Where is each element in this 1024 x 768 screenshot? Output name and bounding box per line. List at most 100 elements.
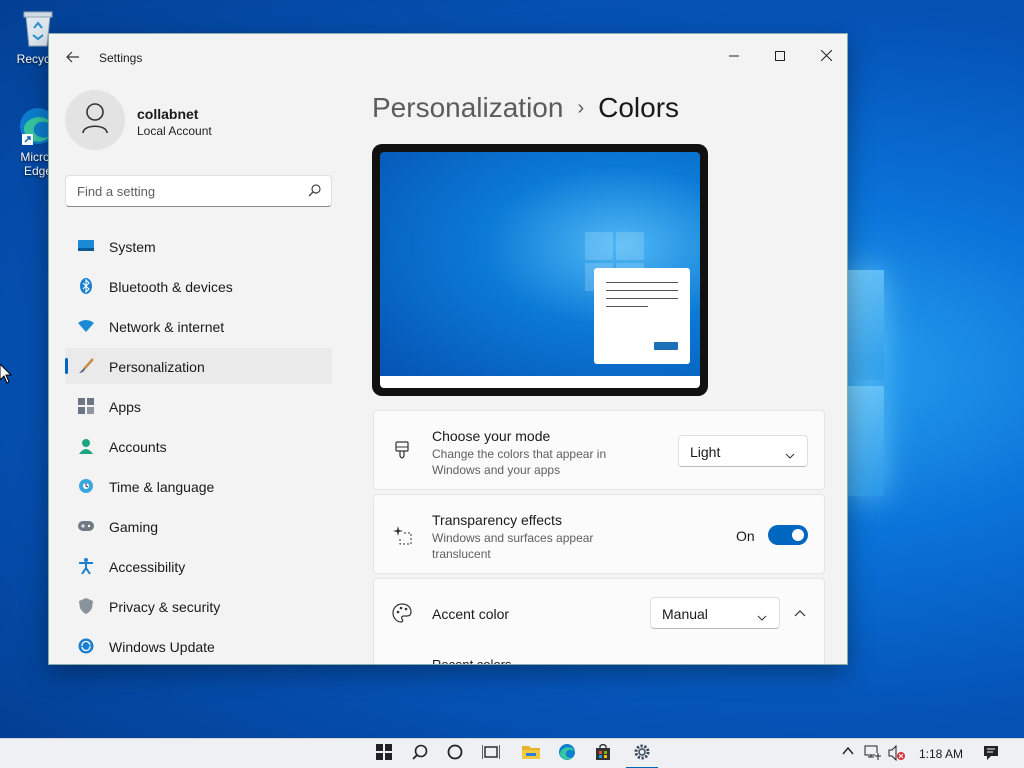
collapse-button[interactable] [788,601,812,625]
title-bar[interactable]: Settings [49,34,847,82]
sidebar-item-apps[interactable]: Apps [65,388,332,424]
transparency-toggle[interactable] [768,525,808,545]
transparency-icon [392,525,412,545]
sidebar-item-accounts[interactable]: Accounts [65,428,332,464]
globe-icon [77,477,95,495]
user-name: collabnet [137,106,199,122]
network-tray-button[interactable] [864,745,882,764]
sidebar-item-label: System [109,239,156,255]
taskbar-edge-button[interactable] [555,742,579,766]
user-profile[interactable]: collabnet Local Account [65,90,345,154]
accessibility-icon [77,557,95,575]
sidebar-item-label: Privacy & security [109,599,221,615]
setting-description: Change the colors that appear in Windows… [432,447,607,477]
minimize-button[interactable] [711,42,757,72]
recent-colors-label: Recent colors [432,657,512,665]
palette-icon [392,603,412,623]
store-icon [595,743,611,765]
sidebar-item-label: Accessibility [109,559,186,575]
sidebar-item-time-language[interactable]: Time & language [65,468,332,504]
show-hidden-icons-button[interactable] [842,745,854,759]
sidebar-item-label: Network & internet [109,319,225,335]
store-button[interactable] [591,742,615,766]
breadcrumb: Personalization › Colors [372,92,679,124]
apps-icon [77,397,95,415]
avatar [65,90,125,150]
notification-icon [983,746,999,764]
volume-tray-button[interactable] [888,744,906,764]
accent-color-setting-card: Accent color Manual Recent colors [373,578,825,665]
chevron-up-icon [794,604,806,622]
gamepad-icon [77,517,95,535]
setting-title: Transparency effects [432,512,562,528]
action-center-button[interactable] [983,745,999,764]
minimize-icon [729,48,739,66]
search-icon [412,744,428,765]
cortana-icon [447,744,463,765]
start-button[interactable] [372,742,396,766]
volume-muted-icon [888,744,906,764]
mode-setting-card: Choose your mode Change the colors that … [373,410,825,490]
chevron-down-icon [785,446,795,464]
task-view-icon [481,744,501,765]
sidebar-nav: System Bluetooth & devices Network & int… [65,228,332,664]
sidebar-item-windows-update[interactable]: Windows Update [65,628,332,664]
chevron-up-icon [842,745,854,759]
toggle-knob [792,529,804,541]
close-button[interactable] [803,42,847,72]
breadcrumb-separator: › [577,97,585,119]
dropdown-value: Manual [662,606,708,622]
edge-icon [558,743,576,766]
start-icon [376,743,392,765]
mouse-cursor-icon [0,363,13,389]
sidebar-item-bluetooth[interactable]: Bluetooth & devices [65,268,332,304]
sidebar-item-gaming[interactable]: Gaming [65,508,332,544]
sidebar-item-label: Bluetooth & devices [109,279,233,295]
settings-window: Settings collabnet Local Account Find a … [48,33,848,665]
wifi-icon [77,317,95,335]
sidebar-item-label: Personalization [109,359,205,375]
taskbar-search-button[interactable] [408,742,432,766]
sidebar-item-privacy[interactable]: Privacy & security [65,588,332,624]
theme-preview [372,144,708,396]
network-icon [864,745,882,764]
setting-description: Windows and surfaces appear translucent [432,531,594,561]
task-view-button[interactable] [479,742,503,766]
close-icon [820,48,832,66]
sidebar-item-label: Windows Update [109,639,215,655]
search-icon[interactable] [308,184,321,202]
search-input[interactable]: Find a setting [65,175,332,207]
account-type: Local Account [137,124,212,138]
breadcrumb-parent[interactable]: Personalization [372,92,563,123]
taskbar-settings-button[interactable] [626,742,658,768]
sidebar-item-label: Apps [109,399,141,415]
clock[interactable]: 1:18 AM [919,747,963,761]
sidebar-item-network[interactable]: Network & internet [65,308,332,344]
accounts-icon [77,437,95,455]
update-icon [77,637,95,655]
sidebar-item-personalization[interactable]: Personalization [65,348,332,384]
toggle-state-label: On [736,528,755,544]
maximize-button[interactable] [757,42,803,72]
sidebar-item-accessibility[interactable]: Accessibility [65,548,332,584]
chevron-down-icon [757,608,767,626]
sidebar-item-label: Gaming [109,519,159,535]
back-arrow-icon [66,50,80,66]
cortana-button[interactable] [443,742,467,766]
setting-title: Accent color [432,606,510,622]
settings-icon [633,743,651,766]
sidebar-item-system[interactable]: System [65,228,332,264]
paintbrush-icon [392,441,412,461]
app-title: Settings [99,51,143,65]
preview-button [654,342,678,350]
dropdown-value: Light [690,444,721,460]
sidebar-item-label: Time & language [109,479,215,495]
accent-color-dropdown[interactable]: Manual [650,597,780,629]
back-button[interactable] [63,48,83,68]
file-explorer-button[interactable] [519,742,543,766]
system-icon [77,237,95,255]
transparency-setting-card: Transparency effects Windows and surface… [373,494,825,574]
mode-dropdown[interactable]: Light [678,435,808,467]
sidebar-item-label: Accounts [109,439,167,455]
preview-desktop [380,152,700,388]
